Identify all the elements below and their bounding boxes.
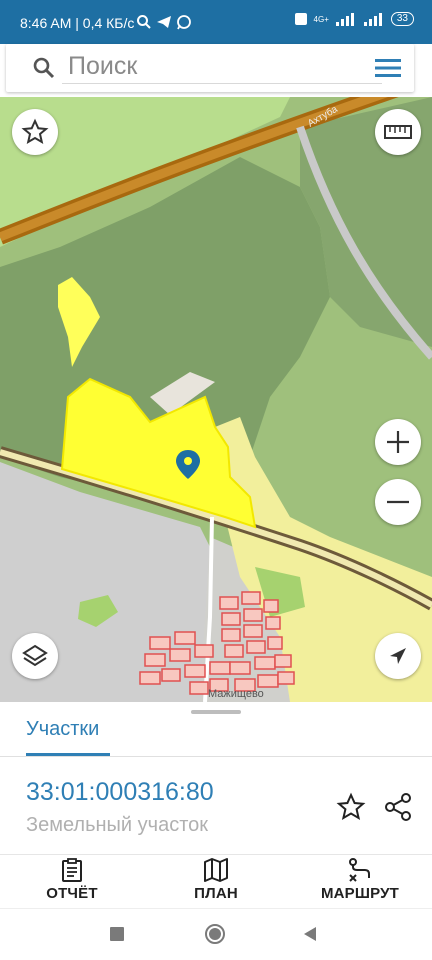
route-label: МАРШРУТ (320, 885, 400, 902)
network-type-label: 4G+ (313, 14, 329, 24)
status-time-speed: 8:46 AM | 0,4 КБ/с (20, 15, 135, 31)
plus-icon (387, 431, 409, 453)
volte-icon (294, 13, 307, 25)
search-underline (62, 83, 382, 84)
route-button[interactable]: МАРШРУТ (300, 858, 420, 908)
layers-icon (22, 644, 48, 667)
search-status-icon (137, 15, 151, 29)
map-canvas[interactable]: Ахтуба Мажищево (0, 97, 432, 702)
signal-2-icon (363, 13, 382, 26)
telegram-icon (157, 16, 171, 28)
recent-apps-icon[interactable] (110, 927, 124, 941)
back-icon[interactable] (302, 926, 318, 942)
search-icon (33, 57, 55, 79)
ruler-icon (384, 125, 412, 139)
star-icon (21, 118, 49, 145)
plan-button[interactable]: ПЛАН (156, 858, 276, 908)
signal-icon (335, 13, 354, 26)
ruler-button[interactable] (375, 109, 421, 155)
status-right-icons: 4G+ 33 (294, 12, 414, 26)
report-button[interactable]: ОТЧЁТ (12, 858, 132, 908)
parcel-number[interactable]: 33:01:000316:80 (26, 778, 214, 807)
favorites-button[interactable] (12, 109, 58, 155)
share-button[interactable] (384, 792, 412, 827)
star-icon (336, 792, 366, 821)
plan-label: ПЛАН (194, 885, 238, 902)
route-icon (349, 858, 370, 882)
layers-button[interactable] (12, 633, 58, 679)
battery-icon: 33 (390, 12, 414, 26)
my-location-button[interactable] (375, 633, 421, 679)
tab-parcels[interactable]: Участки (26, 718, 99, 741)
clipboard-icon (62, 858, 82, 882)
zoom-in-button[interactable] (375, 419, 421, 465)
divider (0, 756, 432, 757)
search-bar[interactable]: Поиск (6, 44, 414, 92)
battery-level: 33 (396, 13, 408, 24)
map-view[interactable]: Ахтуба Мажищево (0, 97, 432, 702)
home-icon[interactable] (204, 923, 226, 945)
parcel-type: Земельный участок (26, 814, 209, 836)
divider (0, 854, 432, 855)
map-icon (204, 858, 228, 882)
system-nav-bar (0, 909, 432, 960)
whatsapp-icon (177, 15, 191, 30)
report-label: ОТЧЁТ (46, 885, 98, 902)
navigation-arrow-icon (390, 648, 406, 664)
panel-drag-handle[interactable] (191, 710, 241, 714)
village-label: Мажищево (208, 688, 264, 700)
favorite-parcel-button[interactable] (336, 792, 366, 827)
search-input[interactable]: Поиск (68, 52, 137, 81)
menu-icon[interactable] (374, 56, 402, 80)
zoom-out-button[interactable] (375, 479, 421, 525)
share-icon (385, 793, 411, 821)
minus-icon (387, 500, 409, 504)
status-bar: 8:46 AM | 0,4 КБ/с 4G+ 33 (0, 0, 432, 44)
